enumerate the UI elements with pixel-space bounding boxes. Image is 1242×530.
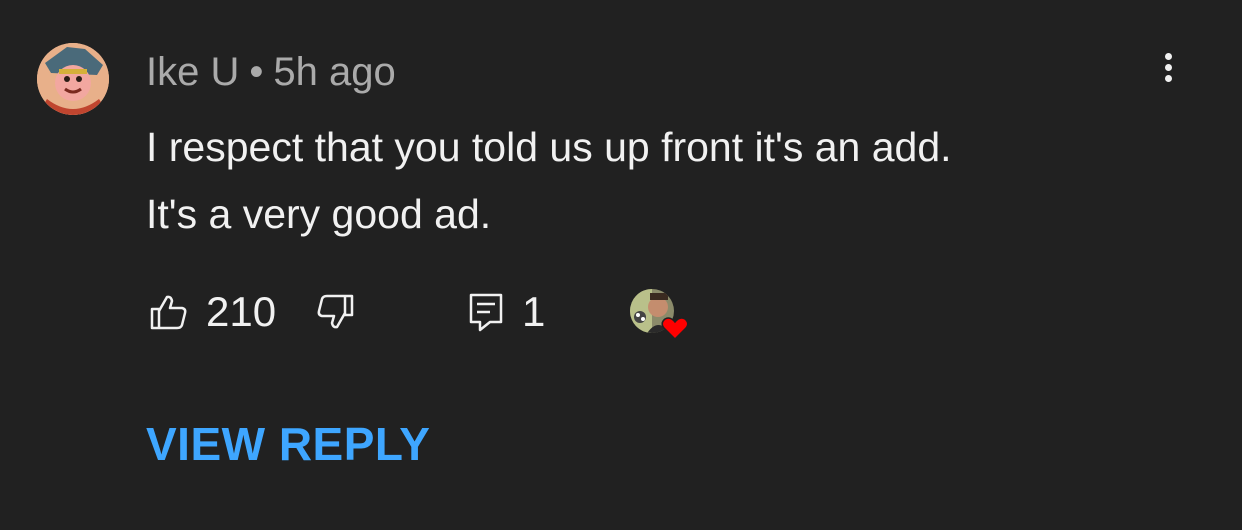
thumbs-up-icon	[150, 295, 187, 330]
comment-icon	[469, 293, 503, 332]
heart-icon	[661, 317, 689, 341]
comment-text-line: It's a very good ad.	[146, 191, 492, 237]
comment-actions: 210 1	[146, 284, 746, 341]
more-vertical-icon[interactable]	[1150, 45, 1186, 89]
creator-avatar	[628, 287, 689, 341]
comment-text-line: I respect that you told us up front it's…	[146, 124, 952, 170]
comment-meta: Ike U • 5h ago	[146, 48, 396, 96]
avatar[interactable]	[37, 43, 109, 115]
author-name[interactable]: Ike U	[146, 50, 239, 94]
meta-separator: •	[249, 50, 264, 94]
view-reply-link[interactable]: VIEW REPLY	[146, 416, 430, 472]
comment-timestamp: 5h ago	[273, 50, 396, 94]
comment-body: I respect that you told us up front it's…	[146, 114, 1186, 248]
thumbs-down-icon	[317, 294, 354, 329]
reply-count: 1	[522, 288, 546, 335]
reply-button[interactable]: 1	[468, 286, 545, 338]
like-count: 210	[206, 288, 277, 335]
dislike-button[interactable]	[316, 286, 356, 338]
creator-heart-badge	[628, 284, 689, 341]
like-button[interactable]: 210	[148, 286, 276, 338]
comment-card: Ike U • 5h ago I respect that you told us …	[0, 0, 1242, 530]
